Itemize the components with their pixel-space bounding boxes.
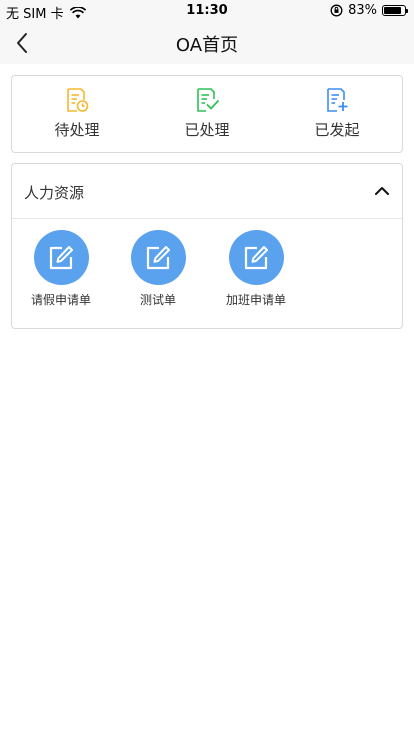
app-overtime-request-circle	[228, 230, 284, 285]
app-overtime-request-label: 加班申请单	[225, 293, 286, 307]
tab-initiated[interactable]: 已发起	[272, 76, 402, 152]
battery-icon	[382, 5, 408, 16]
app-leave-request-circle	[33, 230, 89, 285]
hr-section-header[interactable]: 人力资源	[12, 164, 402, 219]
chevron-up-icon[interactable]	[374, 183, 390, 199]
status-card: 待处理 已处理 已发起	[11, 75, 403, 153]
app-overtime-request[interactable]: 加班申请单	[211, 230, 301, 308]
edit-icon	[146, 245, 170, 269]
tab-pending-label: 待处理	[54, 121, 100, 139]
hr-section-title: 人力资源	[24, 184, 85, 202]
app-leave-request[interactable]: 请假申请单	[16, 230, 106, 308]
app-test-form-circle	[130, 230, 186, 285]
tab-processed[interactable]: 已处理	[142, 76, 272, 152]
tab-pending[interactable]: 待处理	[12, 76, 142, 152]
app-test-form[interactable]: 测试单	[113, 230, 203, 308]
page-title: OA首页	[175, 35, 239, 56]
hr-apps-grid: 请假申请单 测试单 加班申请单	[12, 219, 402, 329]
status-right: 83%	[330, 3, 408, 18]
app-leave-request-label: 请假申请单	[30, 293, 91, 307]
tab-initiated-label: 已发起	[314, 121, 360, 139]
orientation-lock-icon	[330, 4, 343, 17]
nav-bar: OA首页	[0, 22, 414, 64]
document-clock-icon	[67, 88, 89, 112]
document-check-icon	[197, 88, 219, 112]
edit-icon	[244, 245, 268, 269]
tab-processed-label: 已处理	[184, 121, 230, 139]
battery-fill	[384, 7, 401, 14]
edit-icon	[49, 245, 73, 269]
battery-percent: 83%	[348, 3, 377, 18]
hr-section-card: 人力资源 请假申请单 测试单 加班申请单	[11, 163, 403, 329]
document-plus-icon	[327, 88, 348, 112]
app-test-form-label: 测试单	[139, 293, 176, 307]
status-bar: 无 SIM 卡 11:30 83%	[0, 0, 414, 22]
